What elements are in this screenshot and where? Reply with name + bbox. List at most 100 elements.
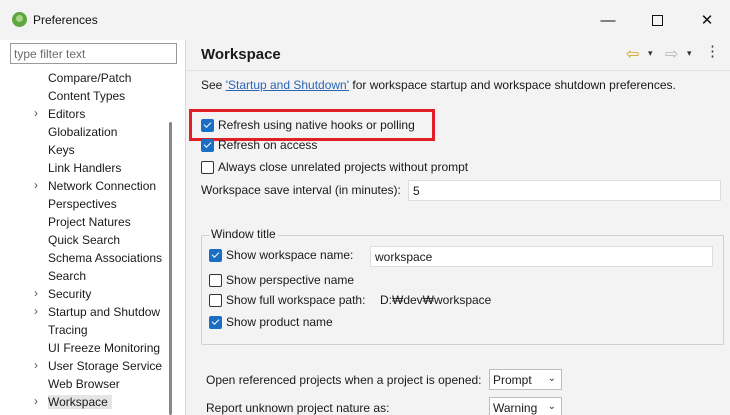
view-menu-icon[interactable]: ⋮ [705, 44, 720, 60]
show-workspace-name-checkbox[interactable] [209, 248, 222, 262]
filter-input[interactable] [10, 43, 177, 64]
back-dropdown-icon[interactable]: ▾ [648, 48, 653, 59]
tree-item-label: Quick Search [48, 233, 121, 247]
forward-arrow-icon[interactable]: ⇨ [665, 44, 678, 64]
window-title: Preferences [33, 13, 98, 27]
always-close-checkbox[interactable] [201, 160, 214, 174]
tree-item[interactable]: Globalization [0, 123, 168, 141]
tree-item[interactable]: Content Types [0, 87, 168, 105]
chevron-right-icon[interactable]: › [34, 358, 38, 372]
show-perspective-name-option[interactable]: Show perspective name [209, 271, 354, 289]
refresh-access-option[interactable]: Refresh on access [201, 136, 317, 154]
tree-item[interactable]: › User Storage Service [0, 357, 168, 375]
tree-item-label: Link Handlers [48, 161, 122, 175]
tree-item[interactable]: Link Handlers [0, 159, 168, 177]
minimize-icon: — [600, 11, 616, 29]
tree-item-label: Network Connection [48, 179, 157, 193]
maximize-icon [651, 14, 663, 26]
tree-item[interactable]: Keys [0, 141, 168, 159]
startup-shutdown-link[interactable]: 'Startup and Shutdown' [226, 78, 349, 92]
always-close-option[interactable]: Always close unrelated projects without … [201, 158, 468, 176]
tree-item-label: Project Natures [48, 215, 131, 229]
close-button[interactable]: ✕ [684, 0, 730, 40]
chevron-right-icon[interactable]: › [34, 106, 38, 120]
show-perspective-name-checkbox[interactable] [209, 273, 222, 287]
tree-item-label: Editors [48, 107, 86, 121]
tree-item[interactable]: › Network Connection [0, 177, 168, 195]
show-product-name-checkbox[interactable] [209, 315, 222, 329]
tree-item-label: Web Browser [48, 377, 120, 391]
refresh-access-label: Refresh on access [218, 138, 318, 152]
save-interval-field[interactable]: 5 [408, 180, 721, 201]
preferences-sidebar: Compare/Patch Content Types › Editors Global… [0, 40, 186, 415]
save-interval-label: Workspace save interval (in minutes): [201, 183, 401, 197]
tree-item-label: Startup and Shutdow [48, 305, 161, 319]
workspace-name-field[interactable]: workspace [370, 246, 713, 267]
back-arrow-icon[interactable]: ⇦ [626, 44, 639, 64]
tree-item[interactable]: Compare/Patch [0, 69, 168, 87]
report-unknown-select[interactable]: Warning ⌄ [489, 397, 562, 415]
chevron-right-icon[interactable]: › [34, 304, 38, 318]
chevron-right-icon[interactable]: › [34, 178, 38, 192]
chevron-right-icon[interactable]: › [34, 394, 38, 408]
tree-item-label: Compare/Patch [48, 71, 132, 85]
minimize-button[interactable]: — [585, 0, 631, 40]
close-icon: ✕ [700, 12, 714, 29]
tree-item-label: Schema Associations [48, 251, 163, 265]
chevron-down-icon: ⌄ [547, 373, 556, 384]
tree-item[interactable]: › Editors [0, 105, 168, 123]
preferences-tree: Compare/Patch Content Types › Editors Global… [0, 68, 168, 415]
report-unknown-label: Report unknown project nature as: [206, 401, 390, 415]
show-full-path-option[interactable]: Show full workspace path: [209, 291, 365, 309]
tree-item-label: Keys [48, 143, 75, 157]
tree-item[interactable]: Tracing [0, 321, 168, 339]
tree-item-label: Search [48, 269, 87, 283]
show-product-name-label: Show product name [226, 315, 333, 329]
open-referenced-select[interactable]: Prompt ⌄ [489, 369, 562, 390]
tree-item-label: Globalization [48, 125, 118, 139]
tree-item-label: User Storage Service [48, 359, 163, 373]
show-workspace-name-option[interactable]: Show workspace name: [209, 246, 353, 264]
hint-prefix: See [201, 78, 226, 92]
tree-item[interactable]: UI Freeze Monitoring [0, 339, 168, 357]
tree-item[interactable]: › Workspace [0, 393, 168, 411]
tree-item[interactable]: Search [0, 267, 168, 285]
eclipse-app-icon [12, 12, 27, 27]
tree-item-label: Security [48, 287, 92, 301]
tree-item[interactable]: Web Browser [0, 375, 168, 393]
save-interval-value: 5 [413, 183, 420, 198]
show-perspective-name-label: Show perspective name [226, 273, 355, 287]
tree-item-label: UI Freeze Monitoring [48, 341, 161, 355]
tree-item[interactable]: Schema Associations [0, 249, 168, 267]
show-workspace-name-label: Show workspace name: [226, 248, 354, 262]
sidebar-scrollbar[interactable] [168, 70, 175, 415]
show-full-path-label: Show full workspace path: [226, 293, 366, 307]
always-close-label: Always close unrelated projects without … [218, 160, 469, 174]
tree-item-label: Tracing [48, 323, 88, 337]
tree-item[interactable]: Project Natures [0, 213, 168, 231]
open-referenced-label: Open referenced projects when a project … [206, 373, 482, 387]
header-divider [187, 70, 730, 71]
hint-suffix: for workspace startup and workspace shut… [349, 78, 676, 92]
preferences-content: Workspace ⇦ ▾ ⇨ ▾ ⋮ See 'Startup and Shu… [187, 40, 730, 415]
chevron-down-icon: ⌄ [547, 401, 556, 412]
refresh-native-option[interactable]: Refresh using native hooks or polling [201, 116, 415, 134]
open-referenced-value: Prompt [493, 372, 532, 387]
tree-item[interactable]: › Startup and Shutdow [0, 303, 168, 321]
full-path-value: D:₩dev₩workspace [380, 293, 492, 307]
scrollbar-thumb[interactable] [169, 122, 172, 415]
forward-dropdown-icon[interactable]: ▾ [687, 48, 692, 59]
tree-item[interactable]: Quick Search [0, 231, 168, 249]
tree-item[interactable]: › Security [0, 285, 168, 303]
show-full-path-checkbox[interactable] [209, 293, 222, 307]
show-product-name-option[interactable]: Show product name [209, 313, 333, 331]
refresh-native-label: Refresh using native hooks or polling [218, 118, 415, 132]
tree-item[interactable]: Perspectives [0, 195, 168, 213]
tree-item-label: Content Types [48, 89, 126, 103]
maximize-button[interactable] [634, 0, 680, 40]
chevron-right-icon[interactable]: › [34, 286, 38, 300]
refresh-access-checkbox[interactable] [201, 138, 214, 152]
refresh-native-checkbox[interactable] [201, 118, 214, 132]
workspace-name-value: workspace [375, 249, 433, 264]
tree-item-label: Perspectives [48, 197, 117, 211]
